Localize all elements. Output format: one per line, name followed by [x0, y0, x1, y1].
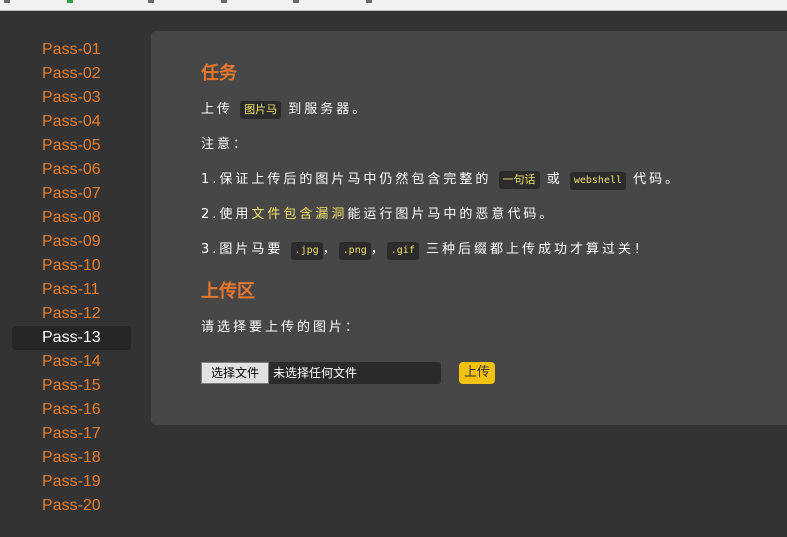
- task-line-1-pre: 上传: [201, 102, 234, 117]
- upload-title: 上传区: [201, 281, 255, 302]
- sidebar-item-pass-01[interactable]: Pass-01: [12, 38, 131, 62]
- code-webshell: webshell: [569, 172, 627, 190]
- choose-file-button[interactable]: 选择文件: [201, 362, 269, 384]
- sidebar-item-pass-02[interactable]: Pass-02: [12, 62, 131, 86]
- code-one-liner: 一句话: [498, 171, 540, 189]
- code-image-horse: 图片马: [240, 101, 282, 119]
- task-line-3-pre: 2.使用: [201, 207, 252, 222]
- toolbar-mark: [4, 0, 10, 3]
- sidebar-item-pass-03[interactable]: Pass-03: [12, 86, 131, 110]
- sidebar-item-pass-17[interactable]: Pass-17: [12, 422, 131, 446]
- task-line-2-mid: 或: [546, 172, 563, 187]
- sidebar-item-pass-11[interactable]: Pass-11: [12, 278, 131, 302]
- task-line-3: 2.使用文件包含漏洞能运行图片马中的恶意代码。: [201, 205, 555, 225]
- sidebar-nav: Pass-01 Pass-02 Pass-03 Pass-04 Pass-05 Pass-…: [12, 38, 131, 518]
- task-line-3-post: 能运行图片马中的恶意代码。: [347, 207, 556, 222]
- file-status-text: 未选择任何文件: [273, 366, 358, 380]
- sidebar-item-pass-10[interactable]: Pass-10: [12, 254, 131, 278]
- code-png: .png: [338, 242, 371, 260]
- code-gif: .gif: [386, 242, 419, 260]
- sidebar-item-pass-08[interactable]: Pass-08: [12, 206, 131, 230]
- highlight-file-inclusion: 文件包含漏洞: [251, 207, 348, 222]
- file-input[interactable]: 选择文件 未选择任何文件: [201, 362, 441, 384]
- task-line-2: 1.保证上传后的图片马中仍然包含完整的 一句话 或 webshell 代码。: [201, 170, 681, 190]
- sidebar-item-pass-05[interactable]: Pass-05: [12, 134, 131, 158]
- task-line-4: 3.图片马要 .jpg， .png， .gif 三种后缀都上传成功才算过关！: [201, 240, 650, 260]
- sidebar-item-pass-14[interactable]: Pass-14: [12, 350, 131, 374]
- code-jpg: .jpg: [290, 242, 323, 260]
- sidebar-item-pass-07[interactable]: Pass-07: [12, 182, 131, 206]
- task-line-4-pre: 3.图片马要: [201, 242, 284, 257]
- sidebar-item-pass-19[interactable]: Pass-19: [12, 470, 131, 494]
- task-line-4-post: 三种后缀都上传成功才算过关！: [426, 242, 651, 257]
- toolbar-mark: [148, 0, 154, 3]
- sidebar-item-pass-16[interactable]: Pass-16: [12, 398, 131, 422]
- task-line-2-post: 代码。: [633, 172, 682, 187]
- toolbar-mark: [366, 0, 372, 3]
- sidebar-item-pass-13[interactable]: Pass-13: [12, 326, 131, 350]
- sidebar-item-pass-15[interactable]: Pass-15: [12, 374, 131, 398]
- upload-prompt: 请选择要上传的图片：: [201, 320, 362, 335]
- sidebar-item-pass-06[interactable]: Pass-06: [12, 158, 131, 182]
- sidebar-item-pass-18[interactable]: Pass-18: [12, 446, 131, 470]
- task-line-2-pre: 1.保证上传后的图片马中仍然包含完整的: [201, 172, 492, 187]
- separator: ，: [370, 242, 387, 257]
- main-panel: 任务 上传 图片马 到服务器。 注意： 1.保证上传后的图片马中仍然包含完整的 …: [151, 31, 787, 425]
- separator: ，: [322, 242, 339, 257]
- sidebar-item-pass-12[interactable]: Pass-12: [12, 302, 131, 326]
- toolbar-mark: [293, 0, 299, 3]
- notice-label: 注意：: [201, 137, 250, 152]
- sidebar-item-pass-04[interactable]: Pass-04: [12, 110, 131, 134]
- task-line-1: 上传 图片马 到服务器。: [201, 100, 368, 120]
- browser-top-strip: [0, 0, 787, 11]
- toolbar-mark: [221, 0, 227, 3]
- sidebar-item-pass-09[interactable]: Pass-09: [12, 230, 131, 254]
- upload-button[interactable]: 上传: [459, 362, 495, 384]
- toolbar-mark: [67, 0, 73, 3]
- sidebar-item-pass-20[interactable]: Pass-20: [12, 494, 131, 518]
- task-title: 任务: [201, 63, 237, 84]
- task-line-1-post: 到服务器。: [288, 102, 369, 117]
